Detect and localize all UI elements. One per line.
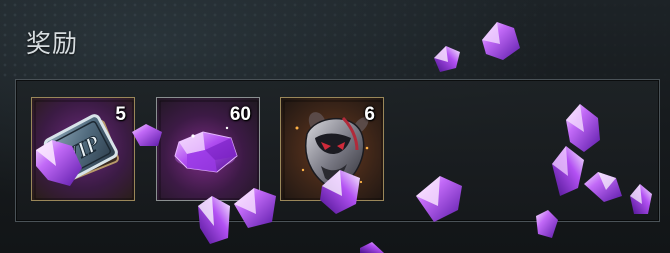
reward-quantity: 6 [364,104,375,125]
background-pattern [0,0,670,80]
reward-slot-purple-gem[interactable]: 60 [156,97,260,201]
gem-shard [360,242,384,253]
reward-quantity: 5 [115,104,126,125]
reward-slot-demon-mask[interactable]: 6 [280,97,384,201]
reward-screen: 奖励 VIP 5 60 6 [0,0,670,253]
reward-quantity: 60 [229,104,251,125]
page-title: 奖励 [26,30,79,58]
reward-slot-vip-card[interactable]: VIP 5 [31,97,135,201]
